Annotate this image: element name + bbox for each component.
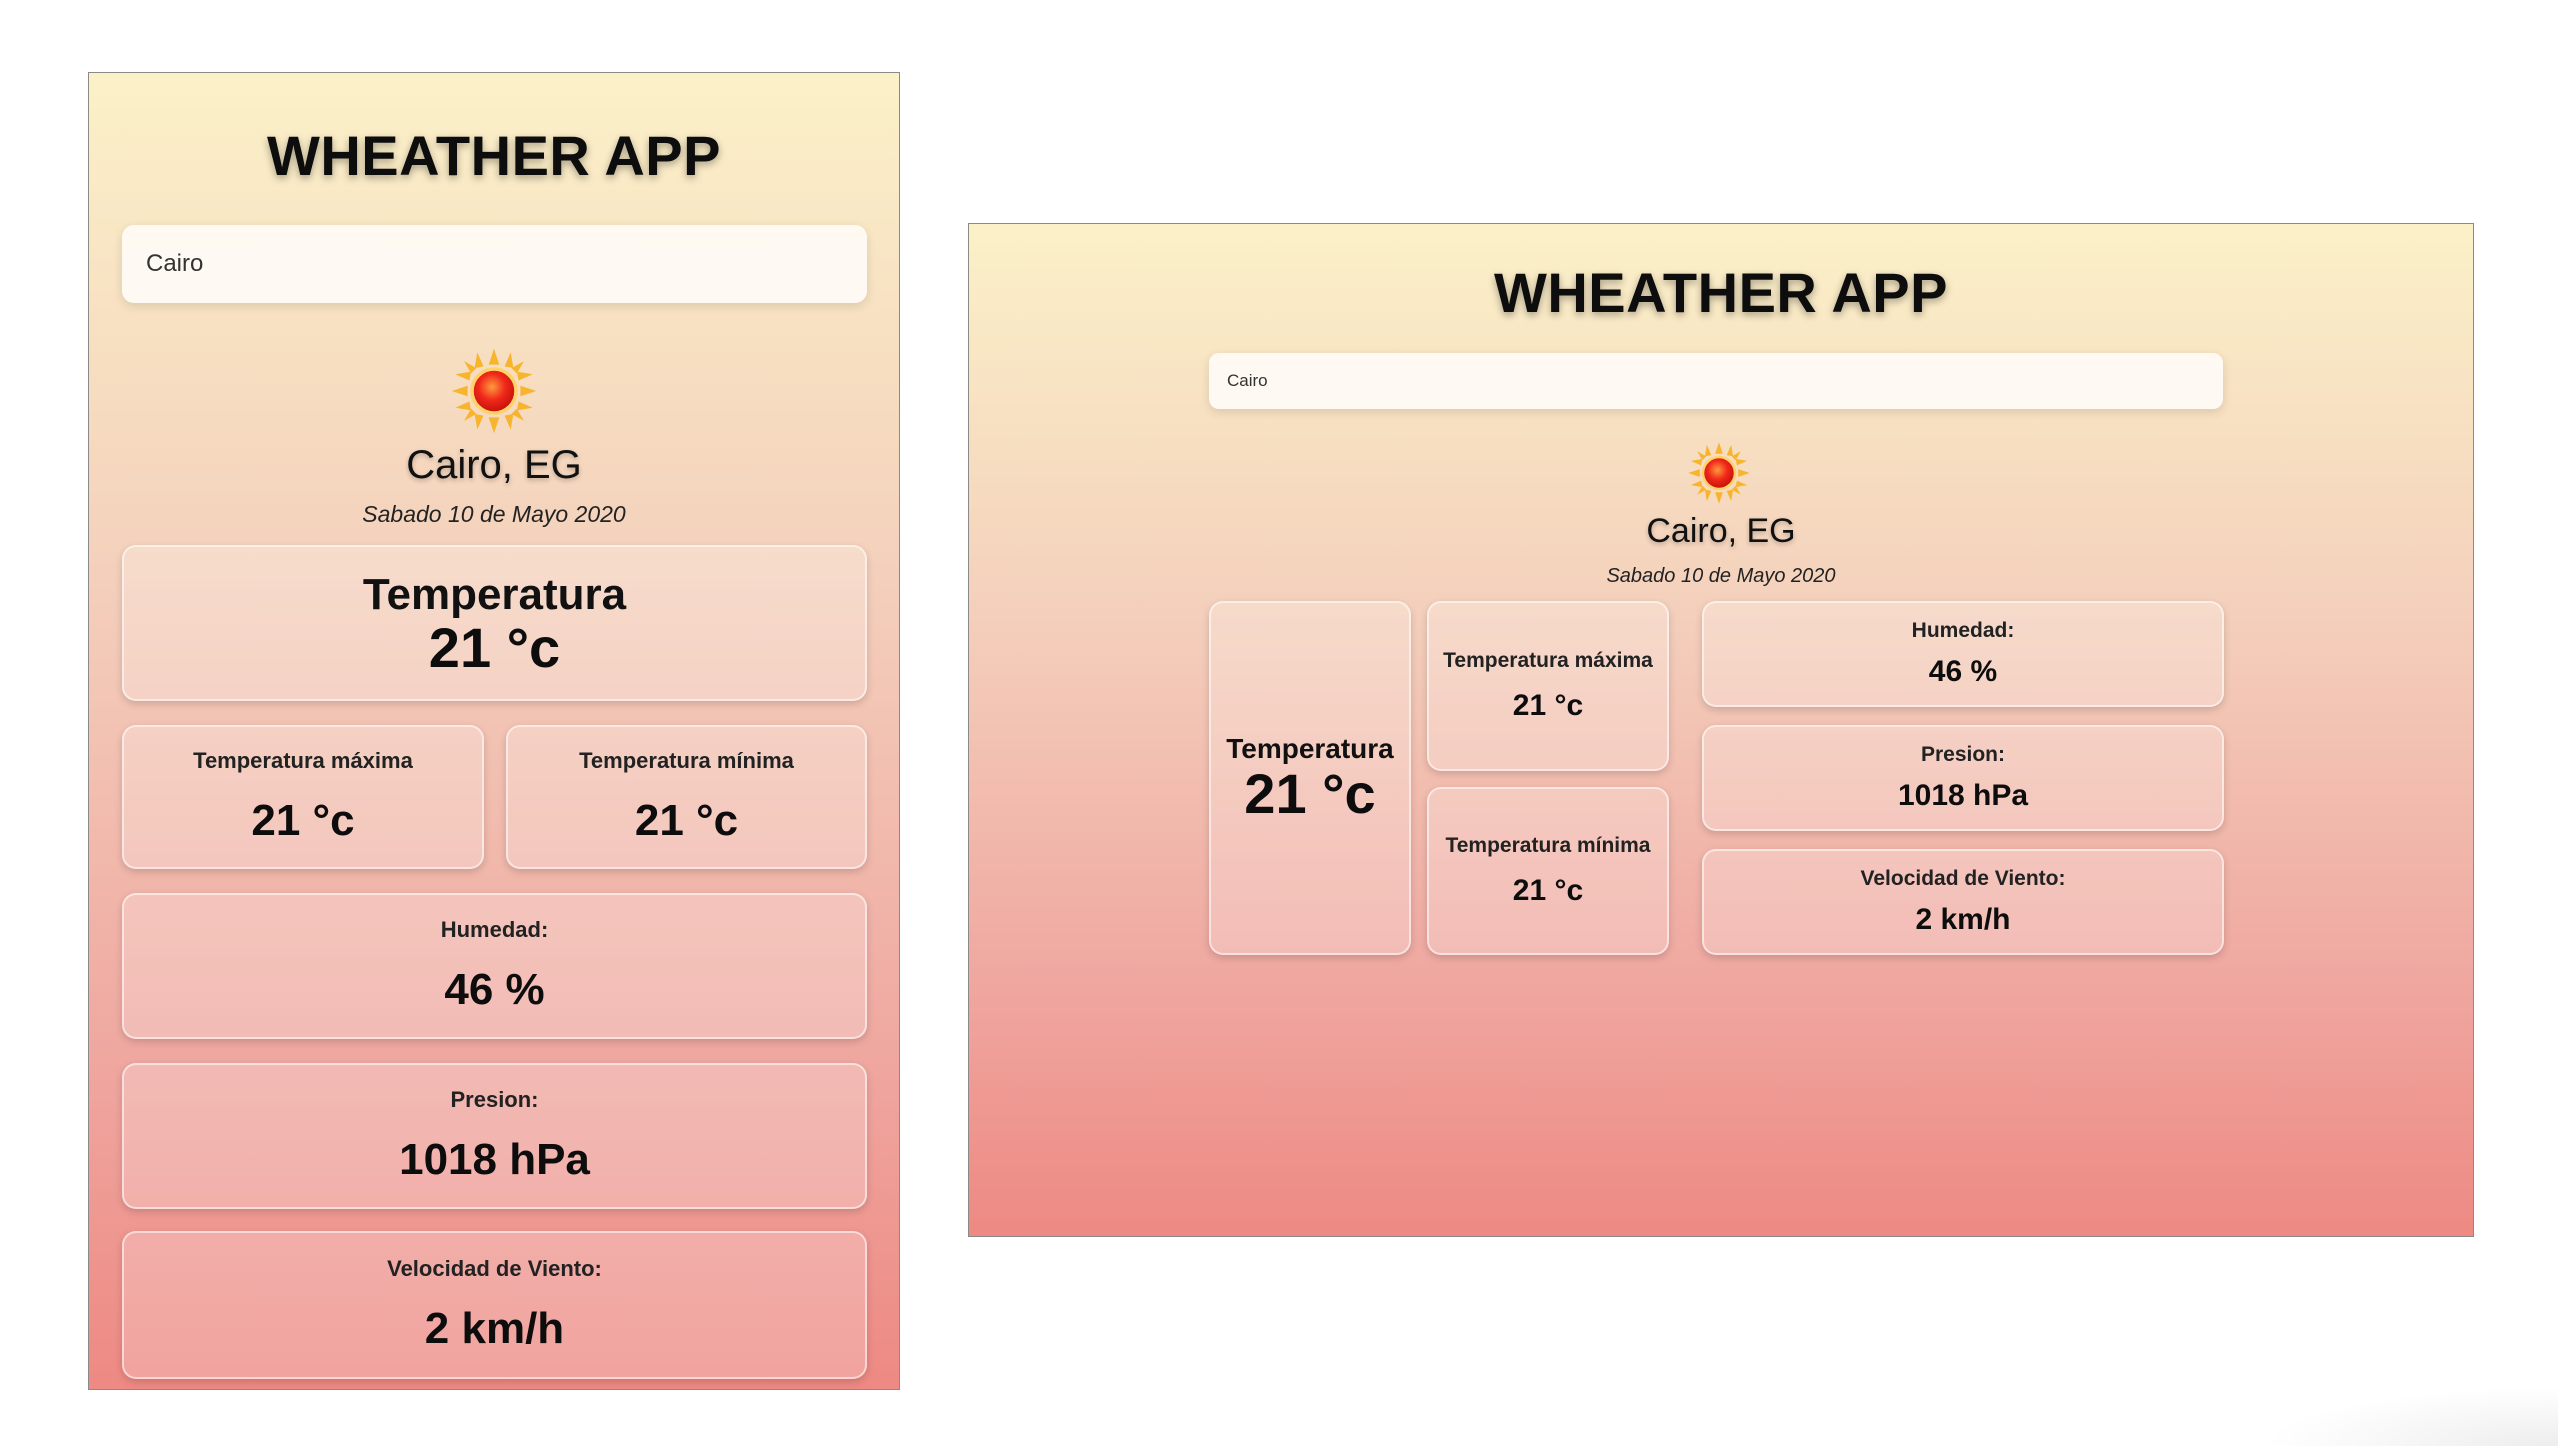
temperature-value: 21 °c: [428, 616, 561, 679]
temp-min-label: Temperatura mínima: [1445, 834, 1651, 857]
temp-max-label: Temperatura máxima: [1443, 649, 1653, 672]
temp-max-value: 21 °c: [251, 796, 355, 845]
app-title: WHEATHER APP: [1494, 261, 1948, 324]
location-name: Cairo, EG: [1646, 512, 1796, 550]
sun-icon: [1688, 442, 1750, 504]
wind-label: Velocidad de Viento:: [1860, 867, 2066, 890]
wind-card: Velocidad de Viento: 2 km/h: [1702, 849, 2224, 955]
mobile-view: WHEATHER APP Cairo, EG Sabado 10 de Mayo…: [88, 72, 900, 1390]
pressure-label: Presion:: [450, 1087, 539, 1112]
temperature-card: Temperatura 21 °c: [1209, 601, 1411, 955]
temp-max-card: Temperatura máxima 21 °c: [1427, 601, 1669, 771]
humidity-value: 46 %: [1928, 655, 1998, 688]
temperature-label: Temperatura: [1226, 733, 1394, 764]
pressure-value: 1018 hPa: [1897, 779, 2029, 812]
pressure-value: 1018 hPa: [399, 1135, 590, 1184]
humidity-card: Humedad: 46 %: [1702, 601, 2224, 707]
location-name: Cairo, EG: [406, 443, 582, 487]
temperature-label: Temperatura: [362, 570, 627, 619]
temp-max-card: Temperatura máxima 21 °c: [122, 725, 484, 869]
current-date: Sabado 10 de Mayo 2020: [1606, 565, 1836, 587]
temp-max-value: 21 °c: [1512, 689, 1584, 722]
current-date: Sabado 10 de Mayo 2020: [362, 501, 626, 527]
city-search-input[interactable]: [1209, 353, 2223, 409]
city-search-input[interactable]: [122, 225, 867, 303]
pressure-card: Presion: 1018 hPa: [122, 1063, 867, 1209]
pressure-label: Presion:: [1920, 743, 2006, 766]
wind-value: 2 km/h: [424, 1304, 565, 1353]
wind-value: 2 km/h: [1915, 903, 2011, 936]
temp-min-card: Temperatura mínima 21 °c: [506, 725, 867, 869]
wind-label: Velocidad de Viento:: [387, 1256, 602, 1281]
app-title: WHEATHER APP: [267, 124, 721, 187]
temp-min-label: Temperatura mínima: [579, 748, 794, 773]
humidity-value: 46 %: [444, 965, 545, 1014]
temp-min-value: 21 °c: [634, 796, 739, 845]
wind-card: Velocidad de Viento: 2 km/h: [122, 1231, 867, 1379]
temp-max-label: Temperatura máxima: [193, 748, 413, 773]
temperature-value: 21 °c: [1244, 762, 1376, 825]
temp-min-card: Temperatura mínima 21 °c: [1427, 787, 1669, 955]
humidity-label: Humedad:: [440, 917, 549, 942]
pressure-card: Presion: 1018 hPa: [1702, 725, 2224, 831]
humidity-label: Humedad:: [1911, 619, 2015, 642]
sun-icon: [451, 348, 537, 434]
temperature-card: Temperatura 21 °c: [122, 545, 867, 701]
desktop-view: WHEATHER APP Cairo, EG Sabado 10 de Mayo…: [968, 223, 2474, 1237]
corner-shadow: [2258, 1386, 2558, 1446]
humidity-card: Humedad: 46 %: [122, 893, 867, 1039]
temp-min-value: 21 °c: [1512, 874, 1584, 907]
